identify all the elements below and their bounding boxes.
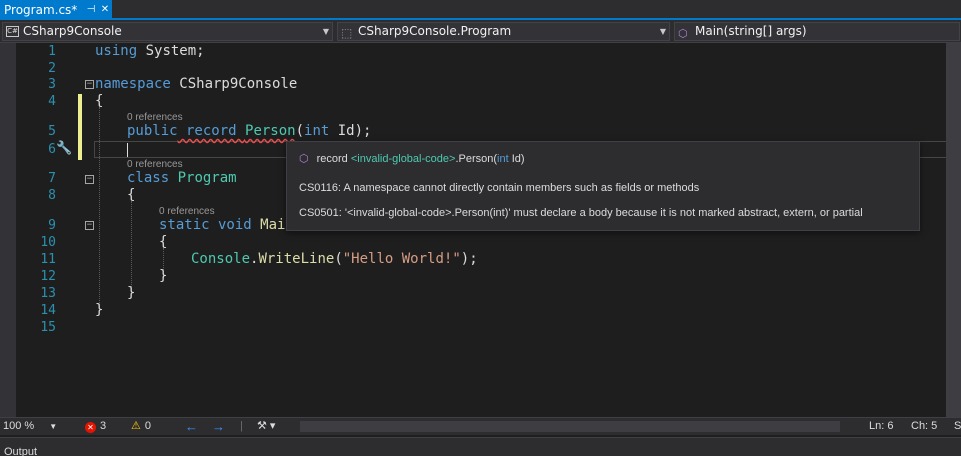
close-icon[interactable]: ✕ [98,0,112,20]
tooltip-error-cs0116: CS0116: A namespace cannot directly cont… [299,182,700,194]
code-text: { [159,234,168,250]
line-number: 2 [48,61,56,76]
quick-info-tooltip: ⬡ record <invalid-global-code>.Person(int… [286,141,920,231]
document-tab-strip: Program.cs* ⊣ ✕ [0,0,961,20]
divider: | [240,420,243,432]
error-icon: ✕ [85,422,96,433]
line-number: 8 [48,188,56,203]
code-line: 5 public record Person(int Id); [0,123,961,140]
project-dropdown[interactable]: C# CSharp9Console ▼ [2,22,333,41]
line-number: 1 [48,44,56,59]
editor-status-bar: 100 % ▼ ✕ 3 ⚠ 0 ← → | ⚒ ▾ Ln: 6 Ch: 5 S [0,418,961,435]
tab-program-cs[interactable]: Program.cs* ⊣ ✕ [0,0,112,20]
code-text: class Program [127,170,237,186]
line-number: 3 [48,77,56,92]
line-number: 14 [40,303,56,318]
code-text: } [159,268,168,284]
record-icon: ⬡ [299,153,309,165]
code-line: 3 namespace CSharp9Console [0,76,961,93]
csharp-project-icon: C# [6,26,19,37]
line-number: 15 [40,320,56,335]
warning-count[interactable]: ⚠ 0 [131,418,151,435]
codelens-references[interactable]: 0 references [159,206,215,217]
output-panel-title: Output [4,446,38,456]
type-dropdown[interactable]: ⬚ CSharp9Console.Program ▼ [337,22,670,41]
line-indicator: Ln: 6 [869,420,894,432]
code-text: { [127,187,136,203]
code-line: 15 [0,319,961,336]
member-dropdown-value: Main(string[] args) [695,24,807,38]
code-text: public record Person(int Id); [127,123,372,139]
navigation-bar: C# CSharp9Console ▼ ⬚ CSharp9Console.Pro… [0,20,961,43]
type-dropdown-value: CSharp9Console.Program [358,24,512,38]
code-line: 10 { [0,234,961,251]
line-number: 6 [48,142,56,157]
error-count[interactable]: ✕ 3 [85,418,106,435]
class-icon: ⬚ [341,26,353,40]
line-number: 9 [48,218,56,233]
brush-icon[interactable]: ⚒ ▾ [257,418,275,435]
code-line: 12 } [0,268,961,285]
output-panel[interactable]: Output [0,437,961,456]
code-line: 4 { [0,93,961,110]
code-text: static void Mai [159,217,286,233]
line-number: 11 [40,252,56,267]
code-text: namespace CSharp9Console [95,76,298,92]
chevron-down-icon: ▼ [322,27,329,36]
navigate-back-icon[interactable]: ← [185,418,198,435]
line-number: 4 [48,94,56,109]
navigate-forward-icon[interactable]: → [212,418,225,435]
project-dropdown-value: CSharp9Console [23,24,122,38]
code-text: { [95,93,104,109]
line-number: 7 [48,171,56,186]
codelens-references[interactable]: 0 references [127,159,183,170]
code-line: 2 [0,60,961,77]
column-indicator: Ch: 5 [911,420,938,432]
line-number: 5 [48,124,56,139]
codelens-references[interactable]: 0 references [127,112,183,123]
chevron-down-icon: ▼ [659,27,666,36]
pin-icon[interactable]: ⊣ [84,0,98,20]
code-text: } [95,302,104,318]
member-dropdown[interactable]: ⬡ Main(string[] args) [674,22,960,41]
code-line: 14 } [0,302,961,319]
tooltip-signature: ⬡ record <invalid-global-code>.Person(int… [299,153,525,165]
code-line: 11 Console.WriteLine("Hello World!"); [0,251,961,268]
status-extra: S [954,420,961,432]
code-text: } [127,285,136,301]
horizontal-scrollbar[interactable] [300,421,840,432]
chevron-down-icon: ▼ [49,422,58,431]
code-line: 1 using System; [0,43,961,60]
code-line: 13 } [0,285,961,302]
zoom-level-dropdown[interactable]: 100 % ▼ [3,418,57,435]
line-number: 12 [40,269,56,284]
tooltip-error-cs0501: CS0501: '<invalid-global-code>.Person(in… [299,207,863,219]
tab-title: Program.cs* [4,3,78,17]
vertical-scrollbar[interactable] [946,43,961,417]
code-text: using System; [95,43,205,59]
line-number: 13 [40,286,56,301]
line-number: 10 [40,235,56,250]
warning-icon: ⚠ [131,420,141,432]
method-icon: ⬡ [678,27,688,40]
code-text: Console.WriteLine("Hello World!"); [191,251,478,267]
